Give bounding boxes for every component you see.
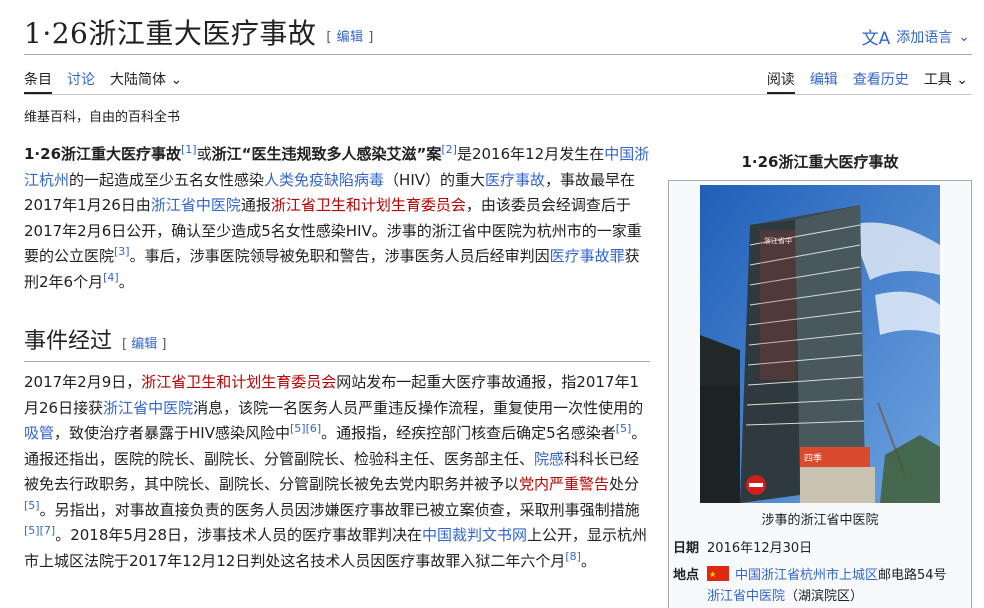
ref-link[interactable]: [5] xyxy=(616,422,632,435)
lead-paragraph: 1·26浙江重大医疗事故[1]或浙江“医生违规致多人感染艾滋”案[2]是2016… xyxy=(24,142,650,295)
link-hospital[interactable]: 浙江省中医院 xyxy=(103,399,193,417)
bold-title: 1·26浙江重大医疗事故 xyxy=(24,145,182,163)
translate-icon: 文A xyxy=(861,29,891,49)
section-heading: 事件经过 [ 编辑 ] xyxy=(24,323,650,362)
place-text: 邮电路54号 xyxy=(878,568,947,583)
site-tagline: 维基百科，自由的百科全书 xyxy=(24,110,181,125)
tools-label: 工具 xyxy=(923,72,952,88)
china-flag-icon xyxy=(707,564,729,585)
link-judgments-online[interactable]: 中国裁判文书网 xyxy=(422,526,527,544)
tab-read[interactable]: 阅读 xyxy=(766,66,795,94)
section-edit-wrap: [ 编辑 ] xyxy=(122,336,167,352)
redlink-health-commission[interactable]: 浙江省卫生和计划生育委员会 xyxy=(141,373,336,391)
infobox-caption: 涉事的浙江省中医院 xyxy=(761,513,879,528)
text: 通报 xyxy=(240,196,271,214)
redlink-health-commission[interactable]: 浙江省卫生和计划生育委员会 xyxy=(271,196,466,214)
add-language-button[interactable]: 文A 添加语言 ⌄ xyxy=(861,24,970,50)
title-divider xyxy=(24,54,972,55)
text: 。事后，涉事医院领导被免职和警告，涉事医务人员后经审判因 xyxy=(129,247,550,265)
text: 是2016年12月发生在 xyxy=(456,145,605,163)
link-medical-accident-crime[interactable]: 医疗事故罪 xyxy=(550,247,625,265)
text: 。 xyxy=(580,551,596,570)
variant-dropdown[interactable]: 大陆简体 ⌄ xyxy=(110,66,182,94)
place-text-2: （湖滨院区） xyxy=(785,589,864,604)
chevron-down-icon: ⌄ xyxy=(170,72,183,88)
link-hospital[interactable]: 浙江省中医院 xyxy=(151,196,241,214)
view-tabs: 阅读 编辑 查看历史 工具 ⌄ xyxy=(752,66,968,94)
infobox-frame: 浙江省中 四季 涉事的浙江省中医院 日期 2016年12月30日 地点 中国浙江… xyxy=(668,180,972,608)
photo-sign-text: 浙江省中 xyxy=(764,236,792,245)
text: 。另指出，对事故直接负责的医务人员因涉嫌医疗事故罪已被立案侦查，采取刑事强制措施 xyxy=(39,500,640,519)
bold-alt-title: 浙江“医生违规致多人感染艾滋”案 xyxy=(211,145,442,163)
title-edit-link[interactable]: 编辑 xyxy=(337,30,364,45)
chevron-down-icon: ⌄ xyxy=(958,28,970,45)
text: （HIV）的重大 xyxy=(384,170,486,189)
link-straw[interactable]: 吸管 xyxy=(24,424,54,442)
page-title-text: 1·26浙江重大医疗事故 xyxy=(24,17,317,50)
ref-link[interactable]: [1] xyxy=(181,143,197,156)
text: 。2018年5月28日，涉事技术人员的医疗事故罪判决在 xyxy=(55,526,422,544)
infobox-title: 1·26浙江重大医疗事故 xyxy=(741,153,899,171)
ref-link[interactable]: [2] xyxy=(441,143,457,156)
link-medical-accident[interactable]: 医疗事故 xyxy=(485,171,545,189)
tools-dropdown[interactable]: 工具 ⌄ xyxy=(924,66,968,94)
namespace-tabs: 条目 讨论 大陆简体 ⌄ xyxy=(24,66,197,94)
tab-talk[interactable]: 讨论 xyxy=(67,66,95,94)
title-edit-link-wrap: [ 编辑 ] xyxy=(326,30,374,45)
text: 消息，该院一名医务人员严重违反操作流程，重复使用一次性使用的 xyxy=(193,398,644,417)
text: 2017年2月9日， xyxy=(24,373,142,391)
infobox-row-place: 地点 中国浙江省杭州市上城区邮电路54号浙江省中医院（湖滨院区） xyxy=(673,564,967,607)
ref-link[interactable]: [5] xyxy=(24,524,40,537)
tab-history[interactable]: 查看历史 xyxy=(853,66,909,94)
link-hiv[interactable]: 人类免疫缺陷病毒 xyxy=(264,171,384,189)
hospital-building-photo[interactable]: 浙江省中 四季 xyxy=(700,185,940,503)
date-label: 日期 xyxy=(673,541,700,556)
page-title: 1·26浙江重大医疗事故 [ 编辑 ] xyxy=(24,12,374,52)
redlink-party-warning[interactable]: 党内严重警告 xyxy=(519,475,609,493)
chevron-down-icon: ⌄ xyxy=(956,72,968,88)
date-value: 2016年12月30日 xyxy=(707,541,813,556)
photo-sign-text-2: 四季 xyxy=(804,452,822,464)
text: 处分 xyxy=(609,475,640,493)
ref-link[interactable]: [6] xyxy=(306,422,322,435)
ref-link[interactable]: [4] xyxy=(103,271,119,284)
variant-label: 大陆简体 xyxy=(110,72,166,88)
text: 。通报指，经疾控部门核查后确定5名感染者 xyxy=(321,424,616,442)
tabs-divider xyxy=(24,94,972,95)
place-value: 中国浙江省杭州市上城区邮电路54号浙江省中医院（湖滨院区） xyxy=(707,564,947,607)
ref-link[interactable]: [3] xyxy=(114,245,130,258)
text: 的一起造成至少五名女性感染 xyxy=(69,170,265,189)
ref-link[interactable]: [7] xyxy=(40,524,56,537)
section-edit-link[interactable]: 编辑 xyxy=(131,337,157,352)
text: 或 xyxy=(196,145,212,163)
tab-article[interactable]: 条目 xyxy=(24,66,52,94)
place-label: 地点 xyxy=(673,568,700,583)
ref-link[interactable]: [8] xyxy=(565,550,581,563)
ref-link[interactable]: [5] xyxy=(24,499,40,512)
infobox-row-date: 日期 2016年12月30日 xyxy=(673,538,967,559)
section-heading-text: 事件经过 xyxy=(24,329,113,354)
link-infection-control[interactable]: 院感 xyxy=(534,450,564,468)
add-language-label: 添加语言 xyxy=(896,29,953,46)
tab-edit[interactable]: 编辑 xyxy=(810,66,838,94)
section-paragraph: 2017年2月9日，浙江省卫生和计划生育委员会网站发布一起重大医疗事故通报，指2… xyxy=(24,370,650,574)
text: ，致使治疗者暴露于HIV感染风险中 xyxy=(54,424,290,442)
ref-link[interactable]: [5] xyxy=(290,422,306,435)
infobox: 1·26浙江重大医疗事故 浙江省中 四季 涉事的浙江省中医院 日期 2016年1… xyxy=(668,146,972,608)
link-place[interactable]: 中国浙江省杭州市上城区 xyxy=(735,568,878,583)
link-hospital[interactable]: 浙江省中医院 xyxy=(707,589,785,604)
text: 。 xyxy=(118,272,134,291)
